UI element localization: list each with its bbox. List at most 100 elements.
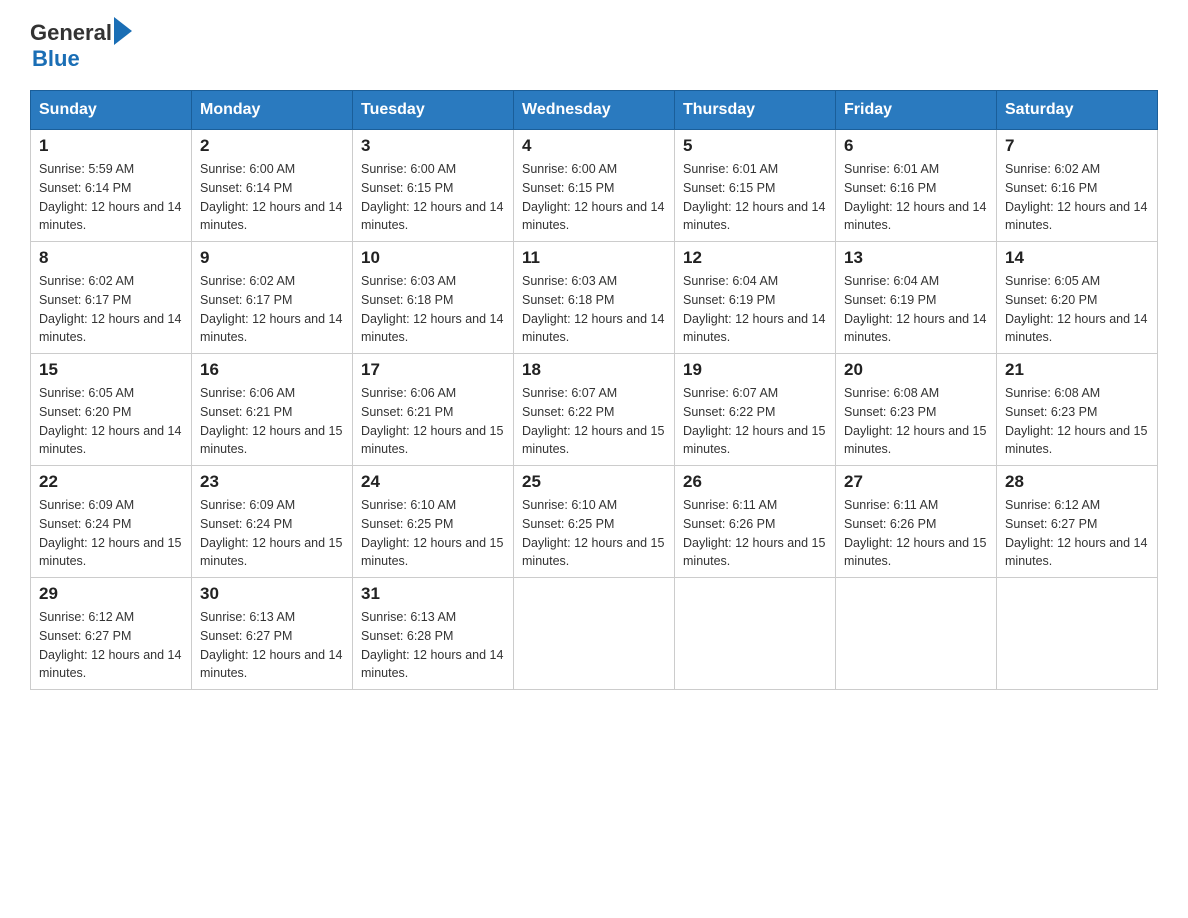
weekday-header-saturday: Saturday: [997, 91, 1158, 130]
day-info: Sunrise: 6:08 AMSunset: 6:23 PMDaylight:…: [1005, 384, 1149, 459]
day-number: 4: [522, 136, 666, 156]
day-info: Sunrise: 6:10 AMSunset: 6:25 PMDaylight:…: [361, 496, 505, 571]
calendar-cell: 11 Sunrise: 6:03 AMSunset: 6:18 PMDayligh…: [514, 242, 675, 354]
day-number: 13: [844, 248, 988, 268]
day-info: Sunrise: 6:07 AMSunset: 6:22 PMDaylight:…: [683, 384, 827, 459]
day-number: 16: [200, 360, 344, 380]
calendar-cell: 18 Sunrise: 6:07 AMSunset: 6:22 PMDayligh…: [514, 354, 675, 466]
calendar-week-row: 15 Sunrise: 6:05 AMSunset: 6:20 PMDayligh…: [31, 354, 1158, 466]
calendar-cell: 27 Sunrise: 6:11 AMSunset: 6:26 PMDayligh…: [836, 466, 997, 578]
day-info: Sunrise: 6:09 AMSunset: 6:24 PMDaylight:…: [39, 496, 183, 571]
day-info: Sunrise: 6:02 AMSunset: 6:17 PMDaylight:…: [39, 272, 183, 347]
day-number: 12: [683, 248, 827, 268]
calendar-cell: 12Sunrise: 6:04 AMSunset: 6:19 PMDayligh…: [675, 242, 836, 354]
day-number: 1: [39, 136, 183, 156]
day-info: Sunrise: 5:59 AMSunset: 6:14 PMDaylight:…: [39, 160, 183, 235]
calendar-cell: 20 Sunrise: 6:08 AMSunset: 6:23 PMDayligh…: [836, 354, 997, 466]
calendar-table: SundayMondayTuesdayWednesdayThursdayFrid…: [30, 90, 1158, 690]
day-number: 27: [844, 472, 988, 492]
calendar-cell: 28Sunrise: 6:12 AMSunset: 6:27 PMDayligh…: [997, 466, 1158, 578]
day-info: Sunrise: 6:11 AMSunset: 6:26 PMDaylight:…: [844, 496, 988, 571]
day-number: 23: [200, 472, 344, 492]
calendar-cell: 21 Sunrise: 6:08 AMSunset: 6:23 PMDayligh…: [997, 354, 1158, 466]
day-number: 19: [683, 360, 827, 380]
day-info: Sunrise: 6:11 AMSunset: 6:26 PMDaylight:…: [683, 496, 827, 571]
day-number: 21: [1005, 360, 1149, 380]
calendar-cell: 2 Sunrise: 6:00 AMSunset: 6:14 PMDaylight…: [192, 130, 353, 242]
day-info: Sunrise: 6:00 AMSunset: 6:15 PMDaylight:…: [522, 160, 666, 235]
day-number: 18: [522, 360, 666, 380]
day-info: Sunrise: 6:10 AMSunset: 6:25 PMDaylight:…: [522, 496, 666, 571]
day-info: Sunrise: 6:13 AMSunset: 6:28 PMDaylight:…: [361, 608, 505, 683]
day-info: Sunrise: 6:02 AMSunset: 6:16 PMDaylight:…: [1005, 160, 1149, 235]
day-number: 24: [361, 472, 505, 492]
weekday-header-sunday: Sunday: [31, 91, 192, 130]
calendar-cell: 7 Sunrise: 6:02 AMSunset: 6:16 PMDaylight…: [997, 130, 1158, 242]
day-info: Sunrise: 6:03 AMSunset: 6:18 PMDaylight:…: [361, 272, 505, 347]
calendar-cell: 13 Sunrise: 6:04 AMSunset: 6:19 PMDayligh…: [836, 242, 997, 354]
calendar-cell: 30 Sunrise: 6:13 AMSunset: 6:27 PMDayligh…: [192, 578, 353, 690]
day-number: 3: [361, 136, 505, 156]
logo-blue: Blue: [32, 46, 132, 72]
day-info: Sunrise: 6:12 AMSunset: 6:27 PMDaylight:…: [1005, 496, 1149, 571]
logo-general: General: [30, 20, 112, 46]
day-info: Sunrise: 6:01 AMSunset: 6:16 PMDaylight:…: [844, 160, 988, 235]
day-info: Sunrise: 6:04 AMSunset: 6:19 PMDaylight:…: [844, 272, 988, 347]
day-number: 22: [39, 472, 183, 492]
day-info: Sunrise: 6:13 AMSunset: 6:27 PMDaylight:…: [200, 608, 344, 683]
day-number: 8: [39, 248, 183, 268]
day-number: 7: [1005, 136, 1149, 156]
calendar-cell: 26Sunrise: 6:11 AMSunset: 6:26 PMDayligh…: [675, 466, 836, 578]
calendar-cell: 15 Sunrise: 6:05 AMSunset: 6:20 PMDayligh…: [31, 354, 192, 466]
calendar-week-row: 1 Sunrise: 5:59 AMSunset: 6:14 PMDaylight…: [31, 130, 1158, 242]
page-header: General Blue: [30, 20, 1158, 72]
calendar-cell: 23 Sunrise: 6:09 AMSunset: 6:24 PMDayligh…: [192, 466, 353, 578]
day-number: 11: [522, 248, 666, 268]
calendar-cell: 24 Sunrise: 6:10 AMSunset: 6:25 PMDayligh…: [353, 466, 514, 578]
calendar-week-row: 22 Sunrise: 6:09 AMSunset: 6:24 PMDayligh…: [31, 466, 1158, 578]
day-number: 25: [522, 472, 666, 492]
calendar-cell: [836, 578, 997, 690]
day-info: Sunrise: 6:02 AMSunset: 6:17 PMDaylight:…: [200, 272, 344, 347]
day-info: Sunrise: 6:08 AMSunset: 6:23 PMDaylight:…: [844, 384, 988, 459]
calendar-cell: 9 Sunrise: 6:02 AMSunset: 6:17 PMDaylight…: [192, 242, 353, 354]
day-number: 31: [361, 584, 505, 604]
calendar-cell: [675, 578, 836, 690]
day-info: Sunrise: 6:07 AMSunset: 6:22 PMDaylight:…: [522, 384, 666, 459]
day-info: Sunrise: 6:00 AMSunset: 6:14 PMDaylight:…: [200, 160, 344, 235]
weekday-header-monday: Monday: [192, 91, 353, 130]
calendar-cell: 5Sunrise: 6:01 AMSunset: 6:15 PMDaylight…: [675, 130, 836, 242]
calendar-cell: 29Sunrise: 6:12 AMSunset: 6:27 PMDayligh…: [31, 578, 192, 690]
day-number: 10: [361, 248, 505, 268]
calendar-cell: 3 Sunrise: 6:00 AMSunset: 6:15 PMDaylight…: [353, 130, 514, 242]
day-number: 9: [200, 248, 344, 268]
day-info: Sunrise: 6:05 AMSunset: 6:20 PMDaylight:…: [39, 384, 183, 459]
calendar-cell: 14 Sunrise: 6:05 AMSunset: 6:20 PMDayligh…: [997, 242, 1158, 354]
calendar-cell: 16 Sunrise: 6:06 AMSunset: 6:21 PMDayligh…: [192, 354, 353, 466]
day-info: Sunrise: 6:00 AMSunset: 6:15 PMDaylight:…: [361, 160, 505, 235]
day-number: 2: [200, 136, 344, 156]
calendar-cell: 22 Sunrise: 6:09 AMSunset: 6:24 PMDayligh…: [31, 466, 192, 578]
day-info: Sunrise: 6:03 AMSunset: 6:18 PMDaylight:…: [522, 272, 666, 347]
day-number: 20: [844, 360, 988, 380]
day-number: 6: [844, 136, 988, 156]
weekday-header-tuesday: Tuesday: [353, 91, 514, 130]
calendar-cell: [997, 578, 1158, 690]
day-info: Sunrise: 6:01 AMSunset: 6:15 PMDaylight:…: [683, 160, 827, 235]
calendar-cell: 10 Sunrise: 6:03 AMSunset: 6:18 PMDayligh…: [353, 242, 514, 354]
calendar-cell: 4 Sunrise: 6:00 AMSunset: 6:15 PMDaylight…: [514, 130, 675, 242]
weekday-header-thursday: Thursday: [675, 91, 836, 130]
day-number: 14: [1005, 248, 1149, 268]
calendar-cell: 8 Sunrise: 6:02 AMSunset: 6:17 PMDaylight…: [31, 242, 192, 354]
calendar-cell: 19 Sunrise: 6:07 AMSunset: 6:22 PMDayligh…: [675, 354, 836, 466]
day-info: Sunrise: 6:09 AMSunset: 6:24 PMDaylight:…: [200, 496, 344, 571]
weekday-header-friday: Friday: [836, 91, 997, 130]
day-info: Sunrise: 6:06 AMSunset: 6:21 PMDaylight:…: [200, 384, 344, 459]
day-number: 29: [39, 584, 183, 604]
day-number: 30: [200, 584, 344, 604]
calendar-week-row: 8 Sunrise: 6:02 AMSunset: 6:17 PMDaylight…: [31, 242, 1158, 354]
calendar-cell: 25 Sunrise: 6:10 AMSunset: 6:25 PMDayligh…: [514, 466, 675, 578]
day-number: 15: [39, 360, 183, 380]
calendar-cell: 31 Sunrise: 6:13 AMSunset: 6:28 PMDayligh…: [353, 578, 514, 690]
day-info: Sunrise: 6:05 AMSunset: 6:20 PMDaylight:…: [1005, 272, 1149, 347]
